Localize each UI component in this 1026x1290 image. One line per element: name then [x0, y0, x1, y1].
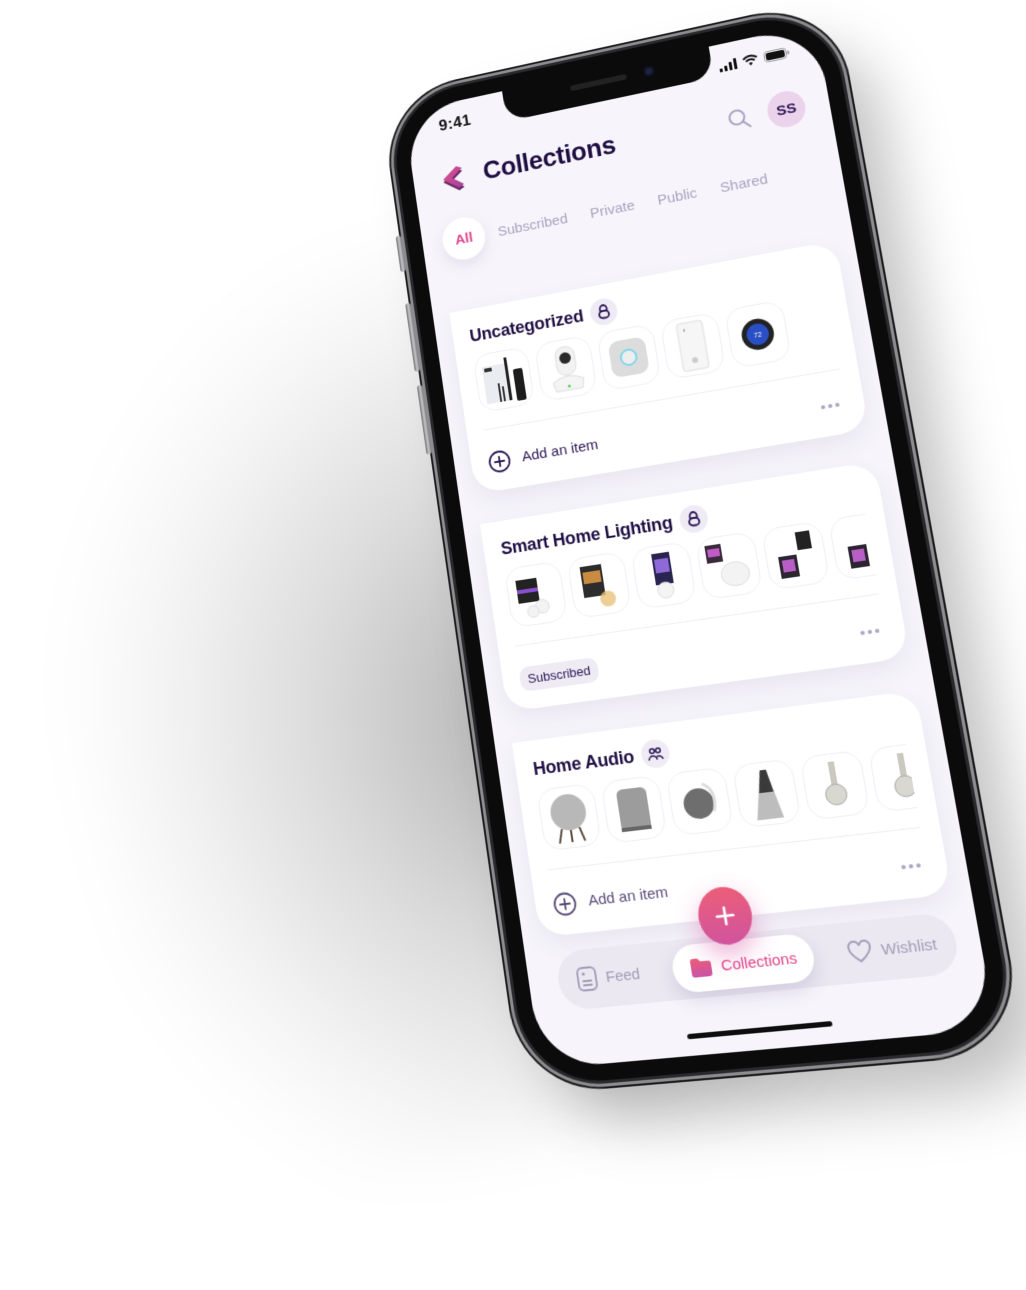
- collection-card-uncategorized[interactable]: Uncategorized 72 Add an item: [449, 240, 870, 495]
- item-thumbnail-outdoor-lantern-2[interactable]: [827, 510, 880, 581]
- home-indicator: [686, 1020, 833, 1040]
- item-thumbnail-cylinder-speaker[interactable]: [600, 774, 668, 844]
- more-options-button[interactable]: [814, 395, 847, 416]
- add-item-label: Add an item: [520, 436, 600, 466]
- lock-icon: [588, 296, 620, 328]
- status-icons: [718, 47, 790, 73]
- filter-tab-private[interactable]: Private: [578, 184, 647, 234]
- tab-wishlist[interactable]: Wishlist: [846, 933, 939, 965]
- tab-label: Collections: [719, 949, 799, 975]
- more-options-button[interactable]: [894, 856, 929, 876]
- item-thumbnail-outdoor-lantern[interactable]: [761, 520, 831, 591]
- search-icon: [726, 105, 753, 132]
- tab-label: Wishlist: [879, 935, 939, 959]
- add-circle-icon: [551, 890, 578, 917]
- item-thumbnail-bulb-starter-kit[interactable]: [503, 560, 568, 629]
- folder-icon: [689, 957, 713, 978]
- add-circle-icon: [487, 448, 513, 474]
- add-item-button[interactable]: Add an item: [551, 880, 669, 917]
- item-thumbnail-portable-speaker[interactable]: [665, 766, 734, 837]
- volume-down-button: [416, 384, 433, 455]
- collection-card-smart-home-lighting[interactable]: Smart Home Lighting Subscribed: [480, 461, 910, 712]
- shared-users-icon: [639, 737, 672, 770]
- collections-list: Uncategorized 72 Add an item Smart Home …: [445, 210, 958, 968]
- volume-up-button: [405, 302, 421, 372]
- mute-switch: [395, 235, 407, 273]
- subscribed-badge: Subscribed: [518, 656, 601, 693]
- tab-feed[interactable]: Feed: [574, 960, 642, 993]
- add-item-button[interactable]: Add an item: [487, 433, 600, 474]
- mockup-stage: 9:41 Collections SS All Subscribed Priva…: [0, 0, 1026, 1290]
- item-thumbnail-round-speaker[interactable]: [536, 782, 602, 852]
- item-thumbnail-go-lamp[interactable]: [695, 530, 764, 601]
- item-thumbnail-cone-speaker[interactable]: [731, 758, 802, 829]
- battery-icon: [763, 47, 790, 63]
- item-thumbnail-security-camera[interactable]: [533, 334, 598, 403]
- wifi-icon: [742, 53, 760, 67]
- user-avatar[interactable]: SS: [764, 87, 809, 131]
- more-options-button[interactable]: [853, 621, 887, 641]
- item-thumbnail-headphones-2[interactable]: [867, 741, 921, 813]
- phone-screen: 9:41 Collections SS All Subscribed Priva…: [403, 23, 997, 1070]
- item-thumbnail-filament-bulb[interactable]: [566, 550, 632, 620]
- cellular-signal-icon: [718, 57, 738, 73]
- feed-icon: [574, 965, 600, 994]
- item-thumbnail-smoke-detector[interactable]: [596, 323, 662, 392]
- heart-icon: [846, 939, 875, 965]
- phone-frame: 9:41 Collections SS All Subscribed Priva…: [387, 5, 1017, 1087]
- item-thumbnail-toothbrush-set[interactable]: [472, 345, 536, 414]
- filter-tab-all[interactable]: All: [439, 213, 489, 264]
- card-body: 72 Add an item: [449, 240, 870, 495]
- lock-icon: [678, 503, 711, 535]
- tab-label: Feed: [604, 964, 642, 986]
- tab-collections[interactable]: Collections: [668, 932, 818, 995]
- item-thumbnail-humidifier[interactable]: [659, 311, 727, 381]
- filter-tab-shared[interactable]: Shared: [707, 157, 781, 208]
- app-logo-icon: [435, 158, 472, 197]
- status-time: 9:41: [437, 111, 473, 135]
- item-thumbnail-headphones[interactable]: [799, 749, 871, 821]
- add-item-label: Add an item: [587, 883, 670, 910]
- item-thumbnail-thermostat[interactable]: 72: [724, 299, 792, 369]
- avatar-initials: SS: [775, 99, 798, 120]
- search-button[interactable]: [720, 100, 759, 138]
- filter-tab-subscribed[interactable]: Subscribed: [486, 197, 580, 252]
- plus-icon: [711, 902, 739, 929]
- filter-tab-public[interactable]: Public: [645, 172, 710, 222]
- svg-text:72: 72: [754, 332, 763, 340]
- item-thumbnail-color-bulb[interactable]: [630, 540, 698, 610]
